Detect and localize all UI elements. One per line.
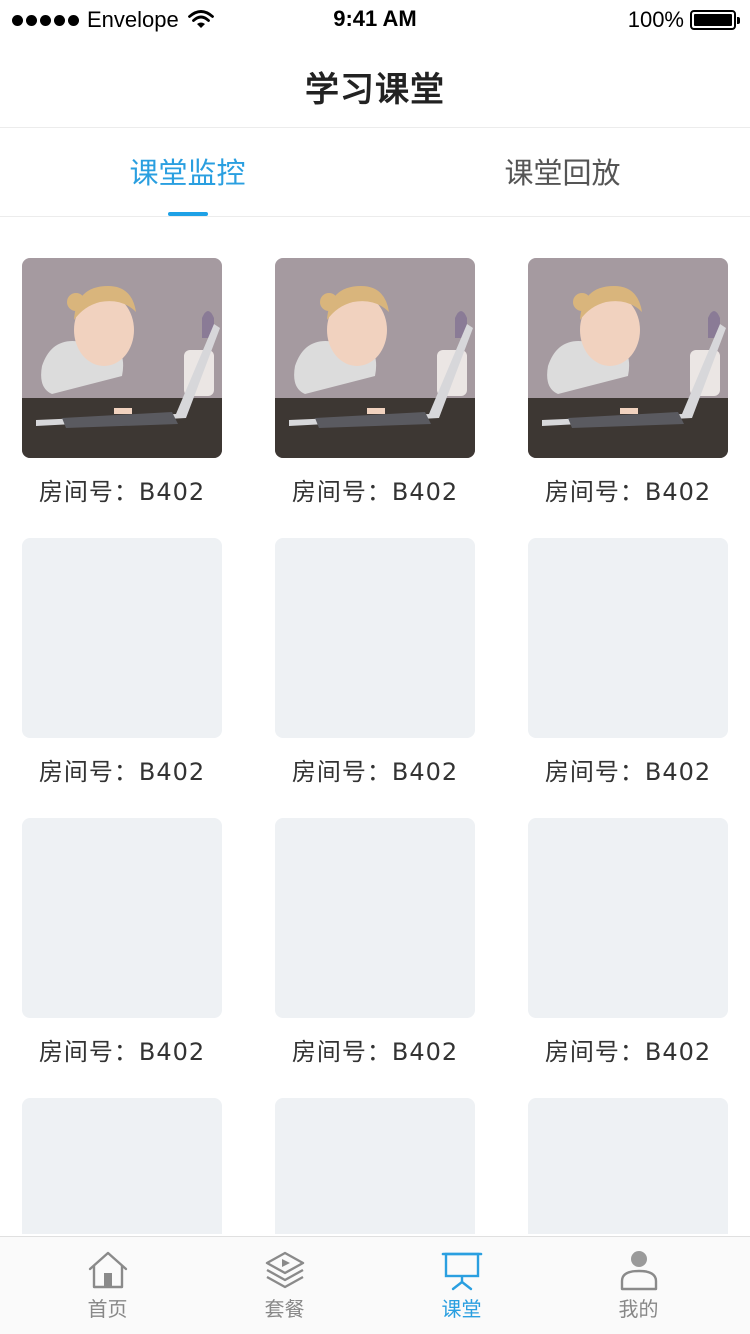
tabbar-item-classroom[interactable]: 课堂 [368,1237,555,1334]
room-thumbnail-placeholder[interactable] [22,1098,222,1234]
tabbar-label-packages: 套餐 [264,1297,305,1321]
room-number-label: 房间号：B402 [544,478,712,506]
child-laptop-photo [22,258,222,458]
room-number-label: 房间号：B402 [291,478,459,506]
room-thumbnail-placeholder[interactable] [528,538,728,738]
tab-switcher: 课堂监控 课堂回放 [0,129,750,217]
tabbar-label-classroom: 课堂 [441,1297,482,1321]
room-thumbnail-placeholder[interactable] [22,818,222,1018]
layers-icon [265,1251,304,1289]
status-right: 100% [627,7,740,33]
user-icon [620,1251,657,1291]
room-card[interactable]: 房间号：B402 [275,818,475,1067]
child-laptop-photo [275,258,475,458]
room-card[interactable]: 房间号：B402 [528,538,728,787]
room-card[interactable]: 房间号：B402 [528,818,728,1067]
room-card[interactable]: 房间号：B402 [22,258,222,507]
battery-percentage: 100% [627,7,684,32]
page-title: 学习课堂 [305,70,445,110]
room-card[interactable]: 房间号：B402 [275,538,475,787]
tabbar-label-profile: 我的 [618,1297,659,1321]
room-thumbnail-placeholder[interactable] [22,538,222,738]
status-bar: Envelope 9:41 AM 100% [0,0,750,40]
tab-classroom-monitor[interactable]: 课堂监控 [0,129,375,217]
tab-classroom-playback[interactable]: 课堂回放 [375,129,750,217]
room-card[interactable]: 房间号：B402 [275,258,475,507]
room-card[interactable] [275,1098,475,1234]
room-number-label: 房间号：B402 [38,478,206,506]
room-number-label: 房间号：B402 [291,758,459,786]
room-number-label: 房间号：B402 [38,1038,206,1066]
room-thumbnail-placeholder[interactable] [275,818,475,1018]
tabbar-label-home: 首页 [87,1297,128,1321]
room-thumbnail-placeholder[interactable] [275,1098,475,1234]
room-thumbnail-placeholder[interactable] [528,818,728,1018]
tabbar-item-profile[interactable]: 我的 [545,1237,732,1334]
tabbar-item-home[interactable]: 首页 [14,1237,201,1334]
room-grid: 房间号：B402 房间号：B402 房间号：B402 房间号：B402 房间号：B402… [0,258,750,1234]
room-card[interactable]: 房间号：B402 [22,538,222,787]
battery-icon [690,10,740,30]
room-card[interactable] [22,1098,222,1234]
presentation-board-icon [441,1252,482,1291]
room-camera-thumbnail[interactable] [275,258,475,458]
room-number-label: 房间号：B402 [38,758,206,786]
room-thumbnail-placeholder[interactable] [528,1098,728,1234]
room-thumbnail-placeholder[interactable] [275,538,475,738]
room-card[interactable] [528,1098,728,1234]
room-camera-thumbnail[interactable] [22,258,222,458]
active-tab-indicator [168,212,208,216]
room-card[interactable]: 房间号：B402 [528,258,728,507]
room-card[interactable]: 房间号：B402 [22,818,222,1067]
home-icon [88,1251,127,1289]
room-number-label: 房间号：B402 [544,1038,712,1066]
navigation-bar: 学习课堂 [0,40,750,128]
child-laptop-photo [528,258,728,458]
tabbar-item-packages[interactable]: 套餐 [191,1237,378,1334]
room-number-label: 房间号：B402 [291,1038,459,1066]
room-camera-thumbnail[interactable] [528,258,728,458]
bottom-tab-bar: 首页 套餐 课堂 我的 [0,1236,750,1334]
room-number-label: 房间号：B402 [544,758,712,786]
